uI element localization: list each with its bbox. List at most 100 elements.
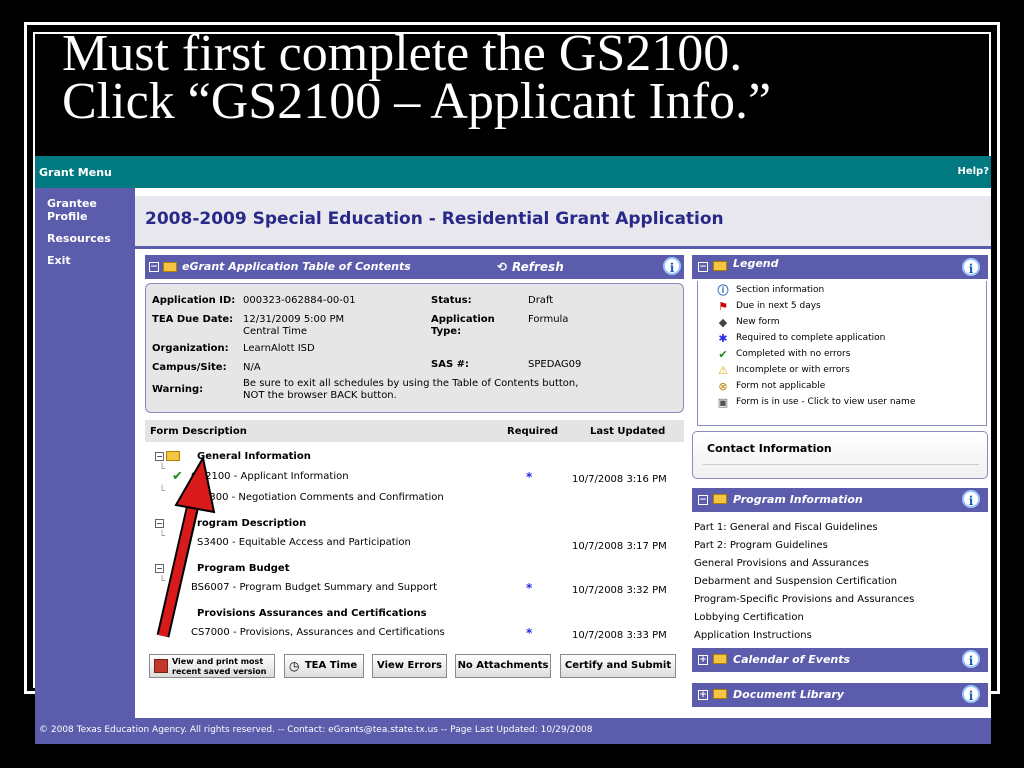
collapse-icon[interactable]: − — [155, 564, 164, 573]
tea-time-button[interactable]: ◷ TEA Time — [284, 654, 364, 678]
program-link[interactable]: Part 1: General and Fiscal Guidelines — [694, 522, 878, 533]
legend-label: Incomplete or with errors — [736, 365, 850, 375]
collapse-icon[interactable]: − — [698, 495, 708, 505]
no-attachments-button[interactable]: No Attachments — [455, 654, 551, 678]
type-label-2: Type: — [431, 326, 462, 337]
folder-icon — [713, 261, 727, 271]
checkmark-icon: ✔ — [172, 469, 183, 484]
grant-menu-label: Grant Menu — [39, 166, 112, 179]
sas-label: SAS #: — [431, 359, 470, 370]
refresh-link[interactable]: Refresh — [512, 260, 564, 274]
legend-body: ⓘ Section information ⚑ Due in next 5 da… — [697, 281, 987, 426]
help-link[interactable]: Help? — [957, 166, 989, 177]
legend-label: New form — [736, 317, 780, 327]
type-label: Application — [431, 314, 495, 325]
folder-icon — [713, 689, 727, 699]
collapse-icon[interactable]: − — [698, 262, 708, 272]
form-link-bs6007[interactable]: BS6007 - Program Budget Summary and Supp… — [191, 582, 437, 593]
legend-label: Form is in use - Click to view user name — [736, 397, 916, 407]
egrant-app-screenshot: Grant Menu Help? Grantee Profile Resourc… — [35, 156, 991, 744]
page-header: 2008-2009 Special Education - Residentia… — [135, 188, 991, 246]
status-label: Status: — [431, 295, 472, 306]
status-value: Draft — [528, 295, 554, 306]
expand-icon[interactable]: + — [698, 655, 708, 665]
header-divider — [135, 246, 991, 249]
required-asterisk: * — [526, 470, 533, 484]
program-link[interactable]: Application Instructions — [694, 630, 812, 641]
organization-label: Organization: — [152, 343, 229, 354]
form-link-2300[interactable]: 2300 - Negotiation Comments and Confirma… — [203, 492, 444, 503]
form-link-gs2100[interactable]: GS2100 - Applicant Information — [191, 471, 349, 482]
slide-title-line-2: Click “GS2100 – Applicant Info.” — [62, 73, 772, 130]
col-required: Required — [507, 426, 559, 437]
collapse-icon[interactable]: − — [149, 262, 159, 272]
warning-icon: ⚠ — [718, 364, 728, 377]
group-general-information: General Information — [197, 451, 311, 462]
legend-label: Due in next 5 days — [736, 301, 821, 311]
program-link[interactable]: Debarment and Suspension Certification — [694, 576, 897, 587]
form-link-s3400[interactable]: S3400 - Equitable Access and Participati… — [197, 537, 411, 548]
col-form-description: Form Description — [150, 426, 247, 437]
sidebar: Grantee Profile Resources Exit — [35, 188, 135, 718]
top-bar: Grant Menu Help? — [35, 156, 991, 188]
program-link[interactable]: General Provisions and Assurances — [694, 558, 869, 569]
library-title: Document Library — [733, 688, 844, 701]
col-last-updated: Last Updated — [590, 426, 666, 437]
info-icon[interactable]: i — [663, 257, 681, 275]
collapse-icon[interactable]: − — [155, 519, 164, 528]
legend-label: Section information — [736, 285, 825, 295]
last-updated-cs7000: 10/7/2008 3:33 PM — [572, 630, 667, 641]
asterisk-icon: ✱ — [718, 332, 728, 345]
form-list-header: Form Description Required Last Updated — [145, 420, 684, 442]
library-panel-header[interactable]: + Document Library i — [692, 683, 988, 707]
legend-panel-header: − Legend i — [692, 255, 988, 279]
view-errors-button[interactable]: View Errors — [372, 654, 447, 678]
info-icon[interactable]: i — [962, 650, 980, 668]
sidebar-item-grantee-profile[interactable]: Grantee Profile — [35, 197, 115, 223]
checkmark-icon: ✔ — [718, 348, 728, 361]
new-form-icon: ◆ — [718, 316, 728, 329]
group-program-description: rogram Description — [197, 518, 307, 529]
footer-text: © 2008 Texas Education Agency. All right… — [39, 725, 593, 735]
legend-label: Completed with no errors — [736, 349, 851, 359]
last-updated-gs2100: 10/7/2008 3:16 PM — [572, 474, 667, 485]
tree-connector: └ — [159, 576, 166, 587]
info-icon[interactable]: i — [962, 685, 980, 703]
expand-icon[interactable]: + — [698, 690, 708, 700]
application-info-box: Application ID: 000323-062884-00-01 Stat… — [145, 283, 684, 413]
page-title: 2008-2009 Special Education - Residentia… — [145, 209, 724, 229]
info-icon[interactable]: i — [962, 258, 980, 276]
refresh-icon[interactable]: ⟲ — [497, 260, 507, 274]
program-info-title: Program Information — [733, 493, 863, 506]
program-link[interactable]: Program-Specific Provisions and Assuranc… — [694, 594, 914, 605]
campus-value: N/A — [243, 362, 261, 373]
calendar-panel-header[interactable]: + Calendar of Events i — [692, 648, 988, 672]
warning-text-1: Be sure to exit all schedules by using t… — [243, 378, 579, 389]
form-link-cs7000[interactable]: CS7000 - Provisions, Assurances and Cert… — [191, 627, 445, 638]
type-value: Formula — [528, 314, 569, 325]
group-provisions: Provisions Assurances and Certifications — [197, 608, 427, 619]
folder-icon — [713, 494, 727, 504]
collapse-icon[interactable]: − — [155, 452, 164, 461]
app-id-label: Application ID: — [152, 295, 236, 306]
divider — [703, 464, 979, 465]
contact-title: Contact Information — [707, 442, 832, 455]
last-updated-s3400: 10/7/2008 3:17 PM — [572, 541, 667, 552]
tree-connector: └ — [159, 531, 166, 542]
contact-information-panel[interactable]: Contact Information — [692, 431, 988, 479]
sidebar-item-exit[interactable]: Exit — [35, 254, 135, 267]
sidebar-item-resources[interactable]: Resources — [35, 232, 135, 245]
organization-value: LearnAlott ISD — [243, 343, 315, 354]
info-icon[interactable]: i — [962, 490, 980, 508]
folder-icon — [163, 262, 177, 272]
campus-label: Campus/Site: — [152, 362, 227, 373]
toc-panel-header: − eGrant Application Table of Contents ⟲… — [145, 255, 684, 279]
legend-label: Form not applicable — [736, 381, 826, 391]
program-link[interactable]: Lobbying Certification — [694, 612, 804, 623]
pdf-icon — [154, 659, 168, 673]
legend-label: Required to complete application — [736, 333, 886, 343]
clock-icon: ◷ — [289, 659, 300, 673]
certify-submit-button[interactable]: Certify and Submit — [560, 654, 676, 678]
program-link[interactable]: Part 2: Program Guidelines — [694, 540, 828, 551]
view-print-button[interactable]: View and print most recent saved version — [149, 654, 275, 678]
